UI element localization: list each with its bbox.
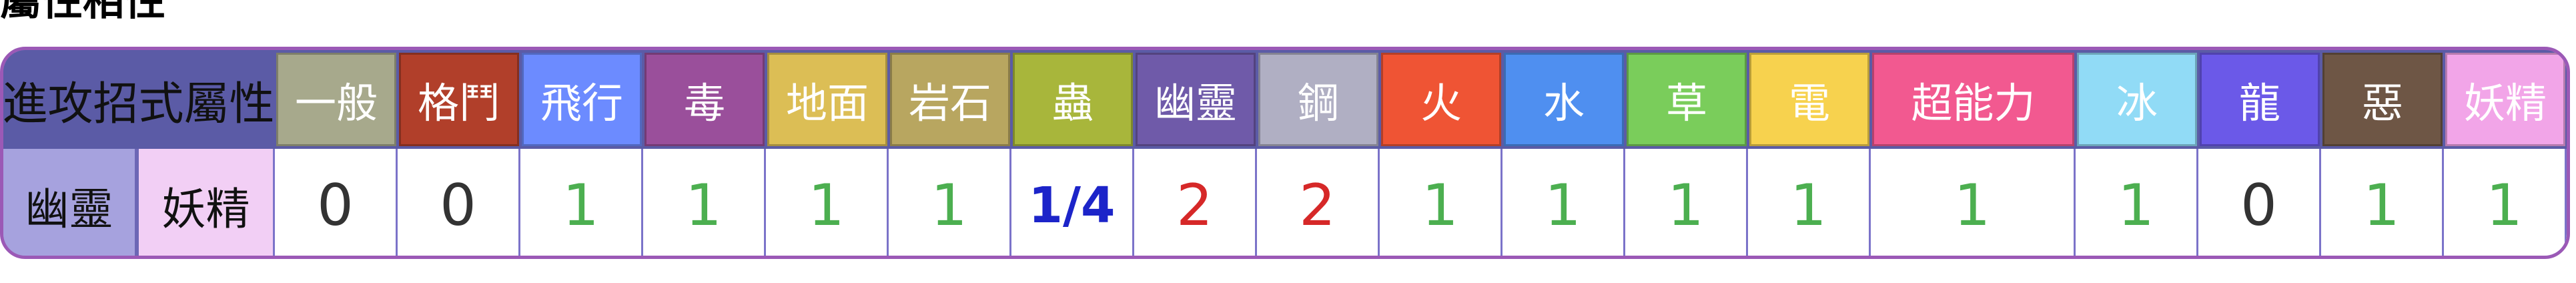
type-header-0: 一般: [276, 53, 396, 146]
type-header-10: 水: [1504, 53, 1624, 146]
type-header-14: 冰: [2077, 53, 2197, 146]
multiplier-cell-15: 0: [2198, 149, 2321, 256]
type-header-16: 惡: [2322, 53, 2443, 146]
multiplier-cell-17: 1: [2444, 149, 2567, 256]
multiplier-cell-8: 2: [1257, 149, 1380, 256]
multiplier-cell-14: 1: [2076, 149, 2198, 256]
type-header-6: 蟲: [1013, 53, 1133, 146]
type-header-3: 毒: [645, 53, 765, 146]
multiplier-list: 0 0 1 1 1 1 1/4 2 2 1 1 1 1 1 1 0 1 1: [275, 149, 2567, 256]
multiplier-cell-7: 2: [1134, 149, 1257, 256]
multiplier-cell-4: 1: [766, 149, 889, 256]
multiplier-cell-10: 1: [1502, 149, 1625, 256]
defender-row: 幽靈 妖精 0 0 1 1 1 1 1/4 2 2 1 1 1 1 1 1 0 1 1: [3, 149, 2567, 256]
type-header-8: 鋼: [1258, 53, 1378, 146]
attack-type-header: 進攻招式屬性: [3, 53, 274, 146]
type-header-9: 火: [1381, 53, 1501, 146]
type-header-4: 地面: [767, 53, 887, 146]
type-header-7: 幽靈: [1136, 53, 1256, 146]
multiplier-cell-1: 0: [398, 149, 520, 256]
multiplier-cell-3: 1: [643, 149, 766, 256]
multiplier-cell-9: 1: [1380, 149, 1502, 256]
defender-type-2: 妖精: [138, 149, 275, 256]
type-header-2: 飛行: [522, 53, 642, 146]
type-header-17: 妖精: [2445, 53, 2565, 146]
type-header-12: 電: [1749, 53, 1869, 146]
multiplier-cell-2: 1: [520, 149, 643, 256]
multiplier-cell-6: 1/4: [1011, 149, 1134, 256]
multiplier-cell-11: 1: [1625, 149, 1748, 256]
type-effectiveness-table: 進攻招式屬性 一般 格鬥 飛行毒地面 岩石蟲幽靈鋼火水草電超能力冰龍惡妖精 幽靈 妖精…: [0, 47, 2570, 259]
type-header-11: 草: [1627, 53, 1747, 146]
type-header-5: 岩石: [890, 53, 1010, 146]
multiplier-cell-13: 1: [1871, 149, 2076, 256]
multiplier-cell-0: 0: [275, 149, 398, 256]
multiplier-cell-12: 1: [1748, 149, 1871, 256]
type-header-1: 格鬥: [399, 53, 519, 146]
multiplier-cell-16: 1: [2321, 149, 2444, 256]
header-row: 進攻招式屬性 一般 格鬥 飛行毒地面 岩石蟲幽靈鋼火水草電超能力冰龍惡妖精: [3, 50, 2567, 149]
type-header-13: 超能力: [1872, 53, 2074, 146]
type-header-list: 一般 格鬥 飛行毒地面 岩石蟲幽靈鋼火水草電超能力冰龍惡妖精: [275, 50, 2567, 149]
defender-type-1: 幽靈: [3, 149, 139, 256]
type-header-15: 龍: [2200, 53, 2320, 146]
multiplier-cell-5: 1: [889, 149, 1011, 256]
page-title: 屬性相性: [0, 0, 166, 25]
